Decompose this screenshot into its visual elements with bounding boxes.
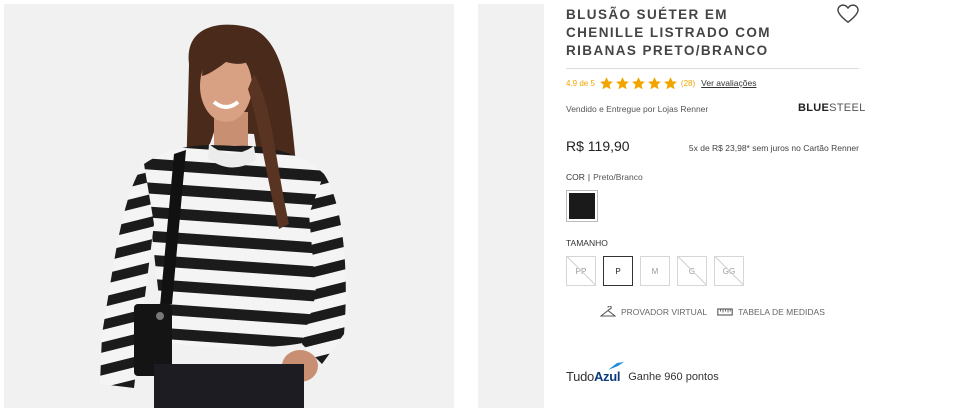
installments-info: 5x de R$ 23,98* sem juros no Cartão Renn… (688, 143, 859, 153)
color-label-title: COR (566, 172, 585, 182)
unavailable-strike (567, 257, 595, 285)
product-photo-illustration (100, 24, 346, 408)
tudoazul-logo-text: TudoAzul (566, 369, 621, 384)
size-option-gg[interactable]: GG (714, 256, 744, 286)
rating-stars (599, 76, 679, 91)
see-reviews-link[interactable]: Ver avaliações (701, 78, 756, 88)
size-option-label: M (651, 266, 659, 276)
color-swatch-fill (569, 193, 595, 219)
size-option-p[interactable]: P (603, 256, 633, 286)
points-text: Ganhe 960 pontos (628, 371, 719, 383)
color-label: COR | Preto/Branco (566, 172, 643, 182)
product-price: R$ 119,90 (566, 138, 630, 154)
virtual-fitting-button[interactable]: PROVADOR VIRTUAL (600, 306, 707, 318)
star-icon (615, 76, 629, 89)
star-icon (647, 76, 661, 89)
rating-text: 4.9 de 5 (566, 78, 595, 88)
review-count: (28) (680, 78, 696, 88)
size-options: PP P M G GG (566, 256, 751, 286)
favorite-button[interactable] (837, 4, 859, 24)
product-secondary-image[interactable] (478, 4, 544, 408)
wing-icon (608, 362, 625, 370)
loyalty-points: TudoAzul Ganhe 960 pontos (566, 362, 719, 386)
size-tools: PROVADOR VIRTUAL TABELA DE MEDIDAS (600, 306, 825, 318)
product-page: BLUSÃO SUÉTER EM CHENILLE LISTRADO COM R… (0, 0, 967, 408)
size-option-label: P (615, 266, 621, 276)
size-option-m[interactable]: M (640, 256, 670, 286)
brand-logo-bold: BLUE (798, 102, 830, 114)
rating-summary: 4.9 de 5 (28) Ver avaliações (566, 74, 756, 92)
color-value: Preto/Branco (593, 172, 643, 182)
star-icon (631, 76, 645, 89)
product-main-image[interactable] (4, 4, 454, 408)
tudoazul-logo-a: Tudo (566, 369, 594, 384)
color-label-separator: | (587, 172, 591, 182)
size-option-g[interactable]: G (677, 256, 707, 286)
color-swatch-preto-branco[interactable] (566, 190, 598, 222)
title-divider (566, 68, 859, 69)
size-option-pp[interactable]: PP (566, 256, 596, 286)
brand-logo[interactable]: BLUESTEEL (798, 102, 866, 114)
star-icon (599, 76, 613, 89)
size-chart-button[interactable]: TABELA DE MEDIDAS (717, 307, 825, 317)
hanger-icon (600, 306, 616, 317)
tudoazul-logo-b: Azul (593, 369, 621, 384)
size-chart-label: TABELA DE MEDIDAS (738, 307, 825, 317)
seller-info: Vendido e Entregue por Lojas Renner (566, 104, 709, 114)
secondary-photo-illustration (478, 4, 544, 408)
ruler-icon (717, 308, 733, 316)
tudoazul-logo: TudoAzul (566, 362, 625, 386)
star-icon (663, 76, 677, 89)
unavailable-strike (678, 257, 706, 285)
size-label: TAMANHO (566, 238, 608, 248)
heart-icon (837, 4, 859, 24)
virtual-fitting-label: PROVADOR VIRTUAL (621, 307, 708, 317)
unavailable-strike (715, 257, 743, 285)
brand-logo-thin: STEEL (829, 102, 866, 114)
product-title: BLUSÃO SUÉTER EM CHENILLE LISTRADO COM R… (566, 7, 771, 58)
